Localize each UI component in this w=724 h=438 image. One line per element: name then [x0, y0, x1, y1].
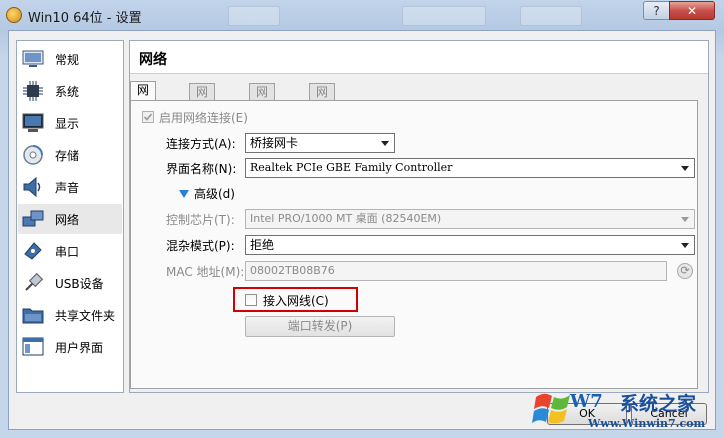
sidebar-item-serial-ports[interactable]: 串口: [18, 236, 122, 266]
sidebar-item-usb[interactable]: USB设备: [18, 268, 122, 298]
refresh-mac-button[interactable]: ⟳: [677, 263, 693, 279]
mac-address-field[interactable]: 08002TB08B76: [245, 261, 667, 281]
page-title: 网络: [139, 52, 167, 68]
settings-sidebar: 常规 系统 显示 存储 声音 网络 串口 USB设备 共享文件夹 用户界面: [16, 40, 124, 393]
promiscuous-mode-select[interactable]: 拒绝: [245, 235, 695, 255]
network-icon: [22, 208, 44, 230]
ui-icon: [22, 336, 44, 358]
adapter-1-page: 启用网络连接(E) 连接方式(A): 桥接网卡 界面名称(N): Realtek…: [130, 100, 698, 389]
mac-address-label: MAC 地址(M):: [166, 265, 245, 279]
adapter-type-label: 控制芯片(T):: [166, 213, 235, 227]
chevron-down-icon: [681, 166, 689, 171]
tab-adapter-1[interactable]: 网卡 1: [130, 81, 157, 131]
disk-icon: [22, 144, 44, 166]
sidebar-item-label: 系统: [55, 84, 80, 99]
adapter-type-select[interactable]: Intel PRO/1000 MT 桌面 (82540EM): [245, 209, 695, 229]
virtualbox-app-icon: [6, 7, 22, 23]
sidebar-item-shared-folders[interactable]: 共享文件夹: [18, 300, 122, 330]
general-icon: [22, 48, 44, 70]
folder-icon: [22, 304, 44, 326]
sidebar-item-label: 网络: [55, 212, 80, 227]
dialog-client-area: 常规 系统 显示 存储 声音 网络 串口 USB设备 共享文件夹 用户界面 网络…: [8, 30, 716, 430]
sidebar-item-label: 显示: [55, 116, 80, 131]
sidebar-item-label: 共享文件夹: [55, 308, 116, 323]
usb-icon: [22, 272, 44, 294]
title-bar: Win10 64位 - 设置 ? ✕: [0, 0, 724, 30]
watermark-brand: 系统之家: [620, 393, 697, 415]
site-watermark: W7 系统之家 Www.Winwin7.com: [528, 383, 724, 438]
chip-icon: [22, 80, 44, 102]
background-window-ghost: [228, 6, 280, 26]
sidebar-item-general[interactable]: 常规: [18, 44, 122, 74]
sidebar-item-label: 串口: [55, 244, 80, 259]
sidebar-item-user-interface[interactable]: 用户界面: [18, 332, 122, 362]
port-forwarding-button[interactable]: 端口转发(P): [245, 316, 395, 337]
sidebar-item-display[interactable]: 显示: [18, 108, 122, 138]
serial-port-icon: [22, 240, 44, 262]
background-window-ghost: [402, 6, 486, 26]
enable-adapter-checkbox[interactable]: [142, 111, 154, 123]
window-title: Win10 64位 - 设置: [28, 11, 142, 26]
speaker-icon: [22, 176, 44, 198]
close-button[interactable]: ✕: [669, 1, 715, 20]
tab-adapter-4[interactable]: 网卡 4: [309, 83, 336, 133]
watermark-url: Www.Winwin7.com: [588, 417, 706, 430]
help-button[interactable]: ?: [643, 1, 670, 20]
sidebar-item-label: 用户界面: [55, 340, 104, 355]
advanced-label: 高级(d): [194, 187, 235, 201]
network-settings-panel: 网络 网卡 1 网卡 2 网卡 3 网卡 4 启用网络连接(E) 连接方式(A)…: [129, 40, 709, 393]
settings-window: Win10 64位 - 设置 ? ✕ 常规 系统 显示 存储 声音 网络 串口 …: [0, 0, 724, 438]
enable-adapter-label: 启用网络连接(E): [159, 111, 248, 125]
sidebar-item-label: 声音: [55, 180, 80, 195]
sidebar-item-audio[interactable]: 声音: [18, 172, 122, 202]
refresh-icon: ⟳: [680, 264, 690, 277]
tab-adapter-2[interactable]: 网卡 2: [189, 83, 216, 133]
adapter-type-value: Intel PRO/1000 MT 桌面 (82540EM): [250, 212, 442, 225]
sidebar-item-label: 常规: [55, 52, 80, 67]
sidebar-item-network[interactable]: 网络: [18, 204, 122, 234]
sidebar-item-label: USB设备: [55, 276, 104, 291]
promiscuous-mode-label: 混杂模式(P):: [166, 239, 235, 253]
background-window-ghost: [520, 6, 582, 26]
sidebar-item-system[interactable]: 系统: [18, 76, 122, 106]
attached-to-label: 连接方式(A):: [166, 137, 236, 151]
promiscuous-mode-value: 拒绝: [250, 238, 275, 252]
chevron-down-icon: [681, 217, 689, 222]
tab-adapter-3[interactable]: 网卡 3: [249, 83, 276, 133]
sidebar-item-storage[interactable]: 存储: [18, 140, 122, 170]
panel-header: 网络: [130, 41, 708, 74]
advanced-toggle[interactable]: 高级(d): [179, 185, 235, 202]
mac-address-value: 08002TB08B76: [250, 264, 335, 277]
triangle-down-icon: [179, 189, 189, 198]
watermark-logo-letters: W7: [570, 391, 603, 412]
attached-to-select[interactable]: 桥接网卡: [245, 133, 395, 153]
sidebar-item-label: 存储: [55, 148, 80, 163]
interface-name-value: Realtek PCIe GBE Family Controller: [250, 161, 453, 174]
monitor-icon: [22, 112, 44, 134]
interface-name-label: 界面名称(N):: [166, 162, 237, 176]
close-icon: ✕: [686, 3, 698, 18]
chevron-down-icon: [681, 243, 689, 248]
chevron-down-icon: [381, 141, 389, 146]
cable-connected-label: 接入网线(C): [263, 294, 329, 308]
interface-name-select[interactable]: Realtek PCIe GBE Family Controller: [245, 158, 695, 178]
attached-to-value: 桥接网卡: [250, 136, 299, 150]
checkmark-icon: [143, 113, 153, 121]
cable-connected-checkbox[interactable]: [245, 294, 257, 306]
